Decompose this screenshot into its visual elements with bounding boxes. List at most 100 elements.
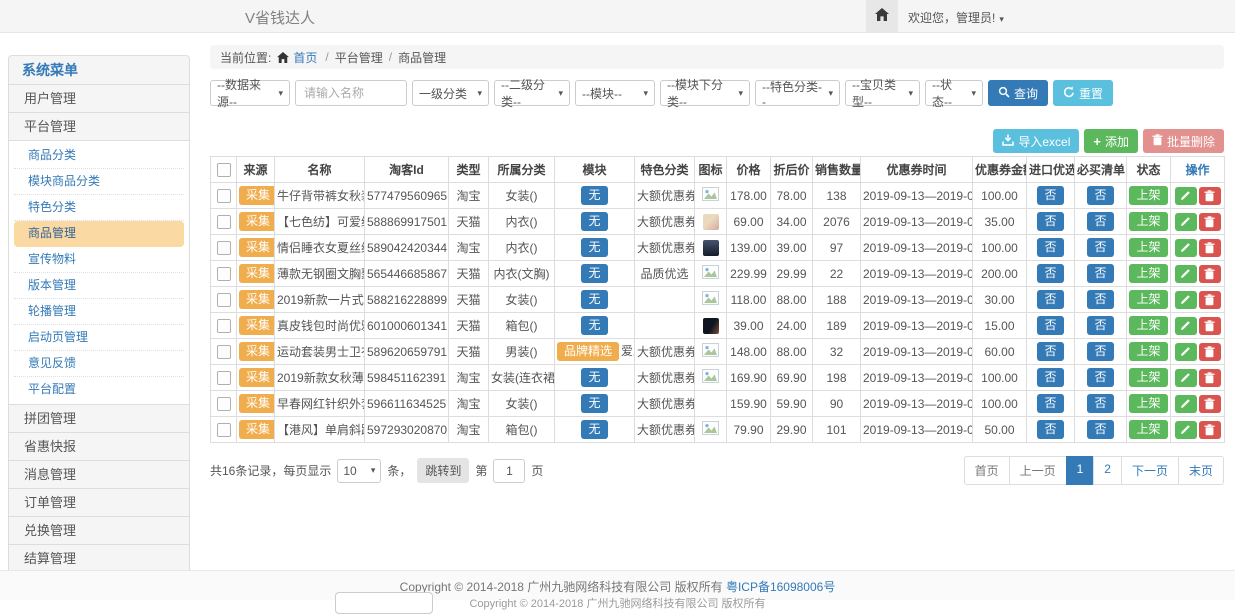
must-buy-badge[interactable]: 否 [1087, 238, 1113, 257]
filter-select-状态[interactable]: --状态--▾ [925, 80, 983, 106]
status-badge[interactable]: 上架 [1129, 238, 1167, 257]
edit-button[interactable] [1175, 187, 1197, 205]
home-button[interactable] [866, 0, 898, 32]
sidebar-subitem-轮播管理[interactable]: 轮播管理 [14, 299, 184, 325]
must-buy-badge[interactable]: 否 [1087, 212, 1113, 231]
edit-button[interactable] [1175, 421, 1197, 439]
row-checkbox[interactable] [217, 189, 231, 203]
sidebar-subitem-启动页管理[interactable]: 启动页管理 [14, 325, 184, 351]
action-添加-button[interactable]: +添加 [1084, 129, 1138, 153]
status-badge[interactable]: 上架 [1129, 290, 1167, 309]
status-badge[interactable]: 上架 [1129, 368, 1167, 387]
row-checkbox[interactable] [217, 319, 231, 333]
sidebar-subitem-模块商品分类[interactable]: 模块商品分类 [14, 169, 184, 195]
sidebar-subitem-商品管理[interactable]: 商品管理 [14, 221, 184, 247]
filter-select-数据来源[interactable]: --数据来源--▾ [210, 80, 290, 106]
delete-button[interactable] [1199, 343, 1221, 361]
breadcrumb-home-link[interactable]: 首页 [293, 49, 317, 66]
filter-select-模块[interactable]: --模块--▾ [575, 80, 655, 106]
import-select-badge[interactable]: 否 [1037, 342, 1063, 361]
jump-button[interactable]: 跳转到 [417, 458, 469, 483]
edit-button[interactable] [1175, 265, 1197, 283]
sidebar-item-平台管理[interactable]: 平台管理 [9, 112, 189, 140]
module-none-badge[interactable]: 无 [581, 186, 607, 205]
name-search-input[interactable] [295, 80, 407, 106]
must-buy-badge[interactable]: 否 [1087, 264, 1113, 283]
must-buy-badge[interactable]: 否 [1087, 420, 1113, 439]
import-select-badge[interactable]: 否 [1037, 264, 1063, 283]
row-checkbox[interactable] [217, 293, 231, 307]
sidebar-subitem-平台配置[interactable]: 平台配置 [14, 377, 184, 402]
delete-button[interactable] [1199, 317, 1221, 335]
page-button-下一页[interactable]: 下一页 [1121, 456, 1179, 485]
page-button-1[interactable]: 1 [1066, 456, 1095, 485]
row-checkbox[interactable] [217, 215, 231, 229]
edit-button[interactable] [1175, 317, 1197, 335]
delete-button[interactable] [1199, 291, 1221, 309]
sidebar-item-兑换管理[interactable]: 兑换管理 [9, 516, 189, 544]
status-badge[interactable]: 上架 [1129, 186, 1167, 205]
sidebar-item-省惠快报[interactable]: 省惠快报 [9, 432, 189, 460]
重置-button[interactable]: 重置 [1053, 80, 1113, 106]
must-buy-badge[interactable]: 否 [1087, 290, 1113, 309]
module-none-badge[interactable]: 无 [581, 238, 607, 257]
module-none-badge[interactable]: 无 [581, 290, 607, 309]
edit-button[interactable] [1175, 343, 1197, 361]
status-badge[interactable]: 上架 [1129, 212, 1167, 231]
sidebar-item-消息管理[interactable]: 消息管理 [9, 460, 189, 488]
select-all-checkbox[interactable] [217, 163, 231, 177]
sidebar-subitem-特色分类[interactable]: 特色分类 [14, 195, 184, 221]
status-badge[interactable]: 上架 [1129, 420, 1167, 439]
import-select-badge[interactable]: 否 [1037, 368, 1063, 387]
delete-button[interactable] [1199, 239, 1221, 257]
module-none-badge[interactable]: 无 [581, 264, 607, 283]
delete-button[interactable] [1199, 369, 1221, 387]
status-badge[interactable]: 上架 [1129, 394, 1167, 413]
delete-button[interactable] [1199, 421, 1221, 439]
import-select-badge[interactable]: 否 [1037, 212, 1063, 231]
status-badge[interactable]: 上架 [1129, 316, 1167, 335]
icp-link[interactable]: 粤ICP备16098006号 [726, 580, 835, 594]
must-buy-badge[interactable]: 否 [1087, 186, 1113, 205]
import-select-badge[interactable]: 否 [1037, 420, 1063, 439]
user-menu[interactable]: 欢迎您，管理员!▾ [908, 9, 1004, 26]
filter-select-模块下分类[interactable]: --模块下分类--▾ [660, 80, 750, 106]
module-none-badge[interactable]: 无 [581, 420, 607, 439]
delete-button[interactable] [1199, 395, 1221, 413]
page-button-末页[interactable]: 末页 [1178, 456, 1224, 485]
sidebar-subitem-宣传物料[interactable]: 宣传物料 [14, 247, 184, 273]
edit-button[interactable] [1175, 291, 1197, 309]
import-select-badge[interactable]: 否 [1037, 290, 1063, 309]
filter-select-特色分类[interactable]: --特色分类--▾ [755, 80, 840, 106]
row-checkbox[interactable] [217, 371, 231, 385]
page-number-input[interactable] [493, 459, 525, 483]
import-select-badge[interactable]: 否 [1037, 238, 1063, 257]
delete-button[interactable] [1199, 265, 1221, 283]
action-导入excel-button[interactable]: 导入excel [993, 129, 1079, 153]
import-select-badge[interactable]: 否 [1037, 186, 1063, 205]
module-none-badge[interactable]: 无 [581, 316, 607, 335]
sidebar-item-订单管理[interactable]: 订单管理 [9, 488, 189, 516]
must-buy-badge[interactable]: 否 [1087, 368, 1113, 387]
row-checkbox[interactable] [217, 397, 231, 411]
row-checkbox[interactable] [217, 423, 231, 437]
edit-button[interactable] [1175, 369, 1197, 387]
delete-button[interactable] [1199, 213, 1221, 231]
page-button-上一页[interactable]: 上一页 [1009, 456, 1067, 485]
status-badge[interactable]: 上架 [1129, 342, 1167, 361]
sidebar-subitem-意见反馈[interactable]: 意见反馈 [14, 351, 184, 377]
filter-select-二级分类[interactable]: --二级分类--▾ [494, 80, 570, 106]
import-select-badge[interactable]: 否 [1037, 316, 1063, 335]
module-none-badge[interactable]: 无 [581, 394, 607, 413]
row-checkbox[interactable] [217, 241, 231, 255]
sidebar-subitem-版本管理[interactable]: 版本管理 [14, 273, 184, 299]
sidebar-item-结算管理[interactable]: 结算管理 [9, 544, 189, 572]
status-badge[interactable]: 上架 [1129, 264, 1167, 283]
sidebar-item-用户管理[interactable]: 用户管理 [9, 84, 189, 112]
page-button-2[interactable]: 2 [1093, 456, 1122, 485]
sidebar-subitem-商品分类[interactable]: 商品分类 [14, 143, 184, 169]
edit-button[interactable] [1175, 395, 1197, 413]
must-buy-badge[interactable]: 否 [1087, 316, 1113, 335]
filter-select-一级分类[interactable]: 一级分类▾ [412, 80, 489, 106]
row-checkbox[interactable] [217, 267, 231, 281]
